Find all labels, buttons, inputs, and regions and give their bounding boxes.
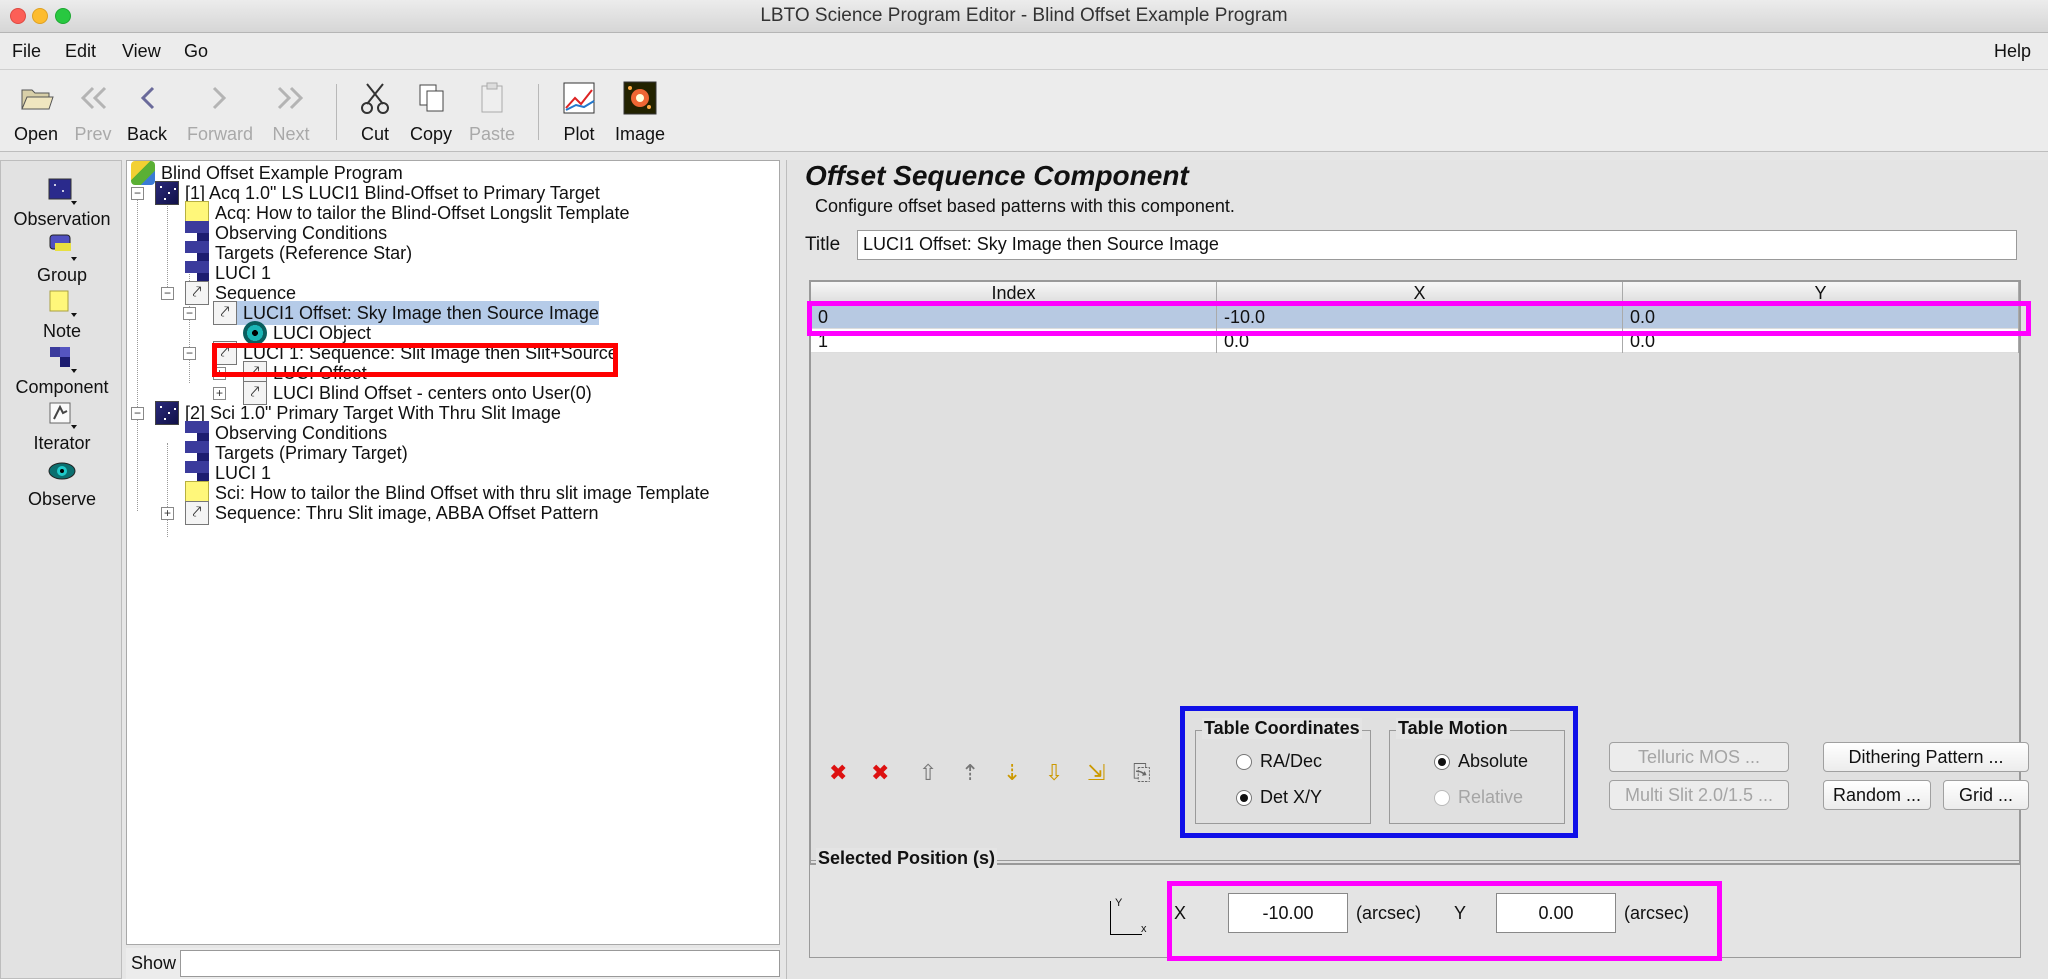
highlight-box-blue — [1180, 706, 1578, 838]
forward-button[interactable]: Forward — [182, 80, 258, 150]
expand-toggle[interactable]: + — [161, 507, 174, 520]
image-button[interactable]: Image — [612, 80, 668, 150]
menu-file[interactable]: File — [12, 41, 41, 62]
collapse-toggle[interactable]: − — [183, 347, 196, 360]
paste-row-icon[interactable]: ⎘ — [1133, 760, 1151, 786]
tree-connector — [137, 191, 138, 511]
observation-icon — [155, 181, 179, 205]
menu-edit[interactable]: Edit — [65, 41, 96, 62]
multi-slit-button[interactable]: Multi Slit 2.0/1.5 ... — [1609, 780, 1789, 810]
move-down-icon[interactable]: ⇣ — [1003, 760, 1021, 786]
double-chevron-left-icon — [75, 80, 111, 116]
random-button[interactable]: Random ... — [1823, 780, 1931, 810]
palette-iterator[interactable]: Iterator — [1, 401, 123, 454]
telluric-mos-button[interactable]: Telluric MOS ... — [1609, 742, 1789, 772]
chevron-left-icon — [129, 80, 165, 116]
move-bottom-icon[interactable]: ⇩ — [1045, 760, 1063, 786]
eye-icon — [45, 457, 79, 487]
iterator-icon: ⤤ — [213, 301, 237, 325]
palette-observe[interactable]: Observe — [1, 457, 123, 510]
palette-component[interactable]: Component — [1, 345, 123, 398]
collapse-toggle[interactable]: − — [131, 407, 144, 420]
panel-description: Configure offset based patterns with thi… — [815, 196, 1235, 216]
title-label: Title — [805, 234, 841, 255]
title-bar: LBTO Science Program Editor - Blind Offs… — [0, 0, 2048, 33]
toolbar: Open Prev Back Forward Next Cut Copy Pas… — [0, 70, 2048, 152]
back-button[interactable]: Back — [124, 80, 170, 150]
palette-sidebar: Observation Group Note Component Iterato… — [0, 160, 122, 979]
menu-go[interactable]: Go — [184, 41, 208, 62]
copy-button[interactable]: Copy — [406, 80, 456, 150]
menu-view[interactable]: View — [122, 41, 161, 62]
delete-all-icon[interactable]: ✖ — [871, 760, 889, 786]
menu-bar: File Edit View Go Help — [0, 33, 2048, 70]
star-image-icon — [622, 80, 658, 116]
collapse-toggle[interactable]: − — [183, 307, 196, 320]
open-button[interactable]: Open — [10, 80, 62, 150]
insert-icon[interactable]: ⇲ — [1087, 760, 1105, 786]
next-button[interactable]: Next — [266, 80, 316, 150]
note-icon — [45, 289, 79, 319]
component-editor: Offset Sequence Component Configure offs… — [786, 160, 2048, 979]
copy-icon — [413, 80, 449, 116]
palette-observation[interactable]: Observation — [1, 177, 123, 230]
collapse-toggle[interactable]: − — [161, 287, 174, 300]
move-up-icon[interactable]: ⇡ — [961, 760, 979, 786]
show-input[interactable] — [180, 950, 780, 977]
group-icon — [45, 233, 79, 263]
program-icon — [131, 161, 155, 185]
tree-connector — [167, 443, 168, 537]
iterator-icon: ⤤ — [185, 281, 209, 305]
observation-icon — [155, 401, 179, 425]
tree-connector — [167, 203, 168, 297]
axis-indicator-icon: Y x — [1110, 897, 1147, 935]
palette-note[interactable]: Note — [1, 289, 123, 342]
group-title: Selected Position (s) — [816, 848, 998, 869]
dithering-pattern-button[interactable]: Dithering Pattern ... — [1823, 742, 2029, 772]
plot-icon — [561, 80, 597, 116]
highlight-box-magenta — [1167, 881, 1722, 961]
menu-help[interactable]: Help — [1994, 41, 2031, 62]
expand-toggle[interactable]: + — [213, 387, 226, 400]
show-label: Show — [131, 953, 177, 973]
paste-button[interactable]: Paste — [466, 80, 518, 150]
tree-node-sequence[interactable]: ⤤ Sequence: Thru Slit image, ABBA Offset… — [185, 501, 599, 525]
delete-icon[interactable]: ✖ — [829, 760, 847, 786]
cut-button[interactable]: Cut — [352, 80, 398, 150]
plot-button[interactable]: Plot — [556, 80, 602, 150]
window-title: LBTO Science Program Editor - Blind Offs… — [760, 5, 1288, 26]
iterator-icon — [45, 401, 79, 431]
toolbar-separator — [336, 84, 337, 140]
component-icon — [45, 345, 79, 375]
panel-title: Offset Sequence Component — [805, 160, 1189, 191]
observation-icon — [45, 177, 79, 207]
double-chevron-right-icon — [273, 80, 309, 116]
scissors-icon — [357, 80, 393, 116]
collapse-toggle[interactable]: − — [131, 187, 144, 200]
grid-button[interactable]: Grid ... — [1943, 780, 2029, 810]
toolbar-separator — [538, 84, 539, 140]
show-bar: Show — [126, 948, 780, 979]
prev-button[interactable]: Prev — [70, 80, 116, 150]
chevron-right-icon — [202, 80, 238, 116]
title-input[interactable]: LUCI1 Offset: Sky Image then Source Imag… — [857, 230, 2017, 260]
program-tree[interactable]: Blind Offset Example Program − [1] Acq 1… — [126, 160, 780, 945]
clipboard-icon — [474, 80, 510, 116]
folder-icon — [18, 80, 54, 116]
highlight-box-magenta — [807, 301, 2031, 336]
highlight-box-red — [212, 343, 618, 377]
iterator-icon: ⤤ — [185, 501, 209, 525]
palette-group[interactable]: Group — [1, 233, 123, 286]
move-top-icon[interactable]: ⇧ — [919, 760, 937, 786]
